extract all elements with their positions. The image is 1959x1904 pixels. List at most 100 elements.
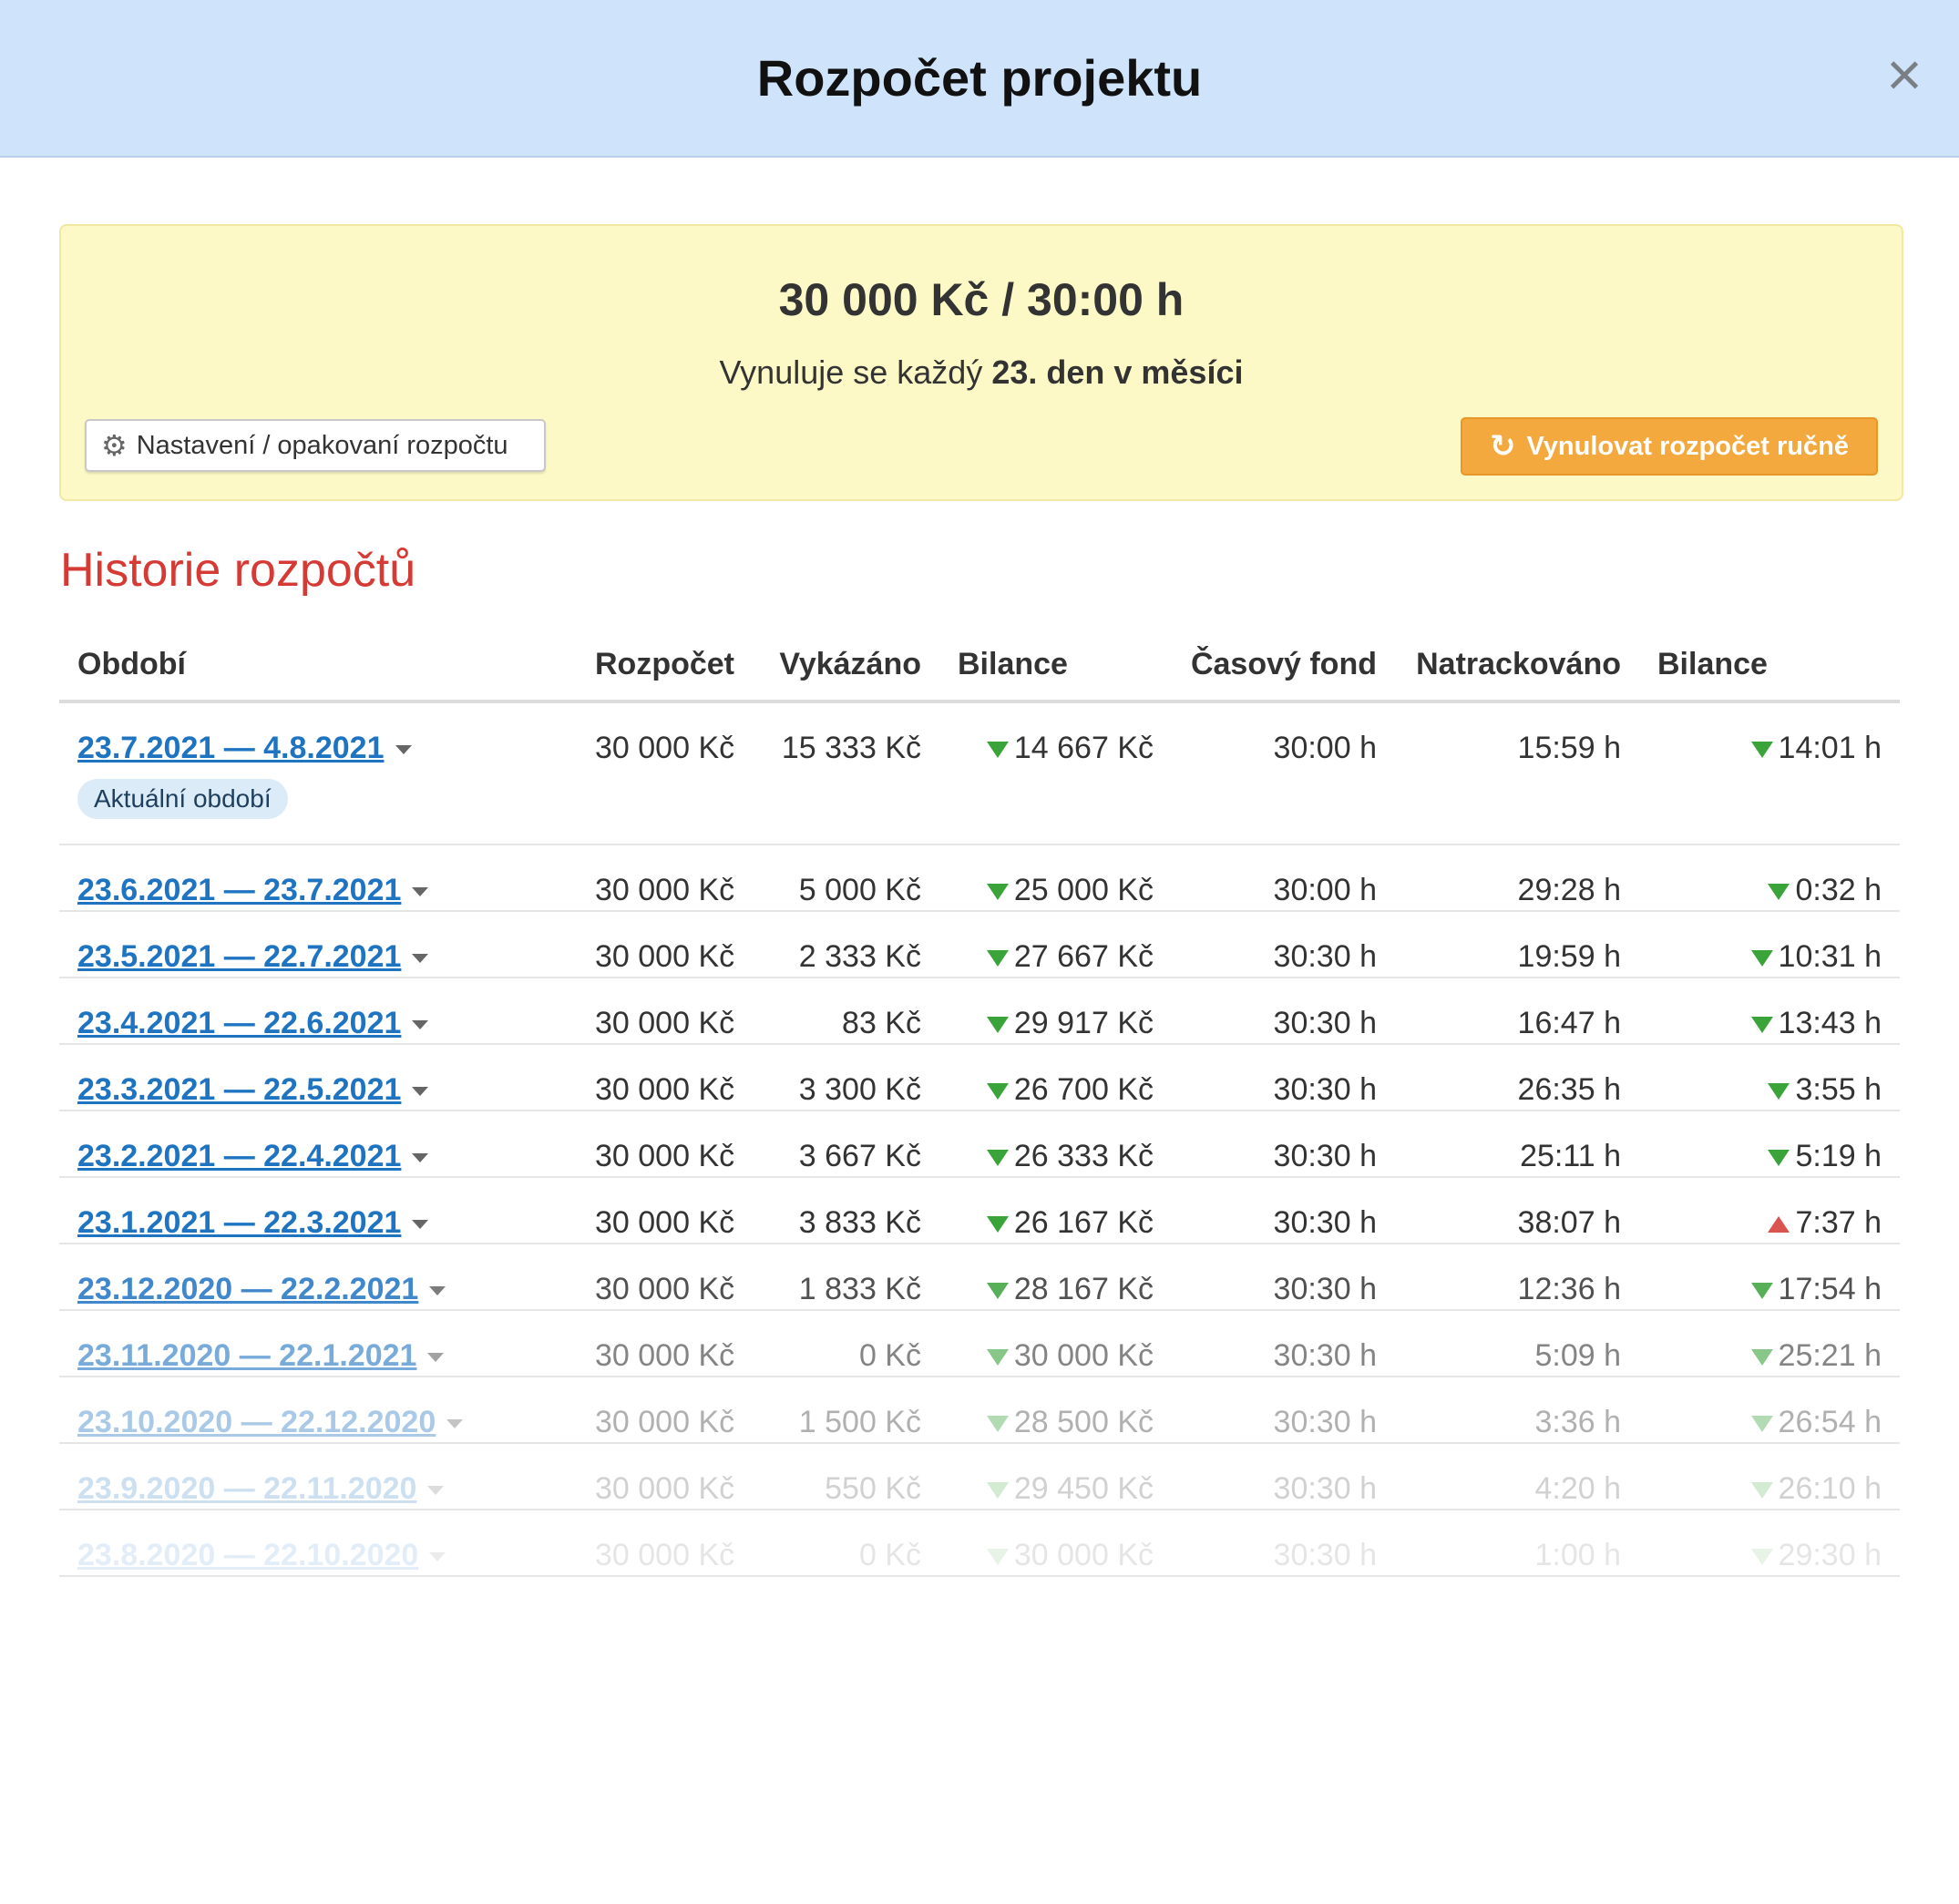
budget-cell: 30 000 Kč [577,1177,739,1244]
reported-cell: 3 300 Kč [739,1044,939,1111]
period-link[interactable]: 23.5.2021 — 22.7.2021 [77,939,401,974]
tracked-cell: 3:36 h [1395,1377,1639,1444]
time-balance-cell: 10:31 h [1639,911,1900,978]
tracked-cell: 5:09 h [1395,1310,1639,1377]
refresh-icon: ↻ [1490,429,1516,464]
period-cell: 23.1.2021 — 22.3.2021 [59,1177,577,1244]
period-cell: 23.3.2021 — 22.5.2021 [59,1044,577,1111]
chevron-down-icon[interactable] [412,954,429,964]
table-header-row: Období Rozpočet Vykázáno Bilance Časový … [59,629,1900,703]
period-link[interactable]: 23.8.2020 — 22.10.2020 [77,1538,418,1572]
budget-cell: 30 000 Kč [577,701,739,845]
settings-button[interactable]: ⚙ Nastavení / opakovaní rozpočtu [85,419,546,472]
triangle-down-icon [1768,1083,1790,1100]
tracked-cell: 26:35 h [1395,1044,1639,1111]
period-link[interactable]: 23.10.2020 — 22.12.2020 [77,1405,436,1439]
chevron-down-icon[interactable] [412,1020,429,1030]
balance-value: 29 917 Kč [1013,1006,1154,1040]
triangle-down-icon [986,1349,1009,1367]
balance-value: 25 000 Kč [1013,873,1154,907]
tracked-cell: 4:20 h [1395,1443,1639,1510]
reset-budget-button[interactable]: ↻ Vynulovat rozpočet ručně [1461,417,1878,476]
balance-cell: 25 000 Kč [939,845,1172,912]
triangle-down-icon [1750,1349,1773,1367]
balance-value: 14 667 Kč [1013,731,1154,765]
period-link[interactable]: 23.6.2021 — 23.7.2021 [77,873,401,907]
table-row: 23.6.2021 — 23.7.2021 30 000 Kč 5 000 Kč 25… [59,845,1900,912]
time-fund-cell: 30:30 h [1172,1244,1395,1311]
budget-cell: 30 000 Kč [577,1443,739,1510]
budget-cell: 30 000 Kč [577,978,739,1045]
period-link[interactable]: 23.11.2020 — 22.1.2021 [77,1338,416,1373]
balance-cell: 30 000 Kč [939,1310,1172,1377]
close-button[interactable]: × [1872,42,1937,107]
budget-summary-box: 30 000 Kč / 30:00 h Vynuluje se každý 23… [59,224,1903,501]
triangle-down-icon [986,1482,1009,1500]
budget-cell: 30 000 Kč [577,911,739,978]
balance-cell: 28 167 Kč [939,1244,1172,1311]
time-balance-cell: 26:54 h [1639,1377,1900,1444]
chevron-down-icon[interactable] [446,1419,464,1429]
chevron-down-icon[interactable] [412,1153,429,1163]
triangle-down-icon [986,742,1009,759]
balance-cell: 29 450 Kč [939,1443,1172,1510]
triangle-down-icon [1750,950,1773,967]
table-row: 23.2.2021 — 22.4.2021 30 000 Kč 3 667 Kč 26… [59,1111,1900,1178]
budget-amount: 30 000 Kč / 30:00 h [778,274,1185,325]
reported-cell: 5 000 Kč [739,845,939,912]
period-link[interactable]: 23.3.2021 — 22.5.2021 [77,1072,401,1107]
triangle-down-icon [986,884,1009,901]
time-balance-value: 0:32 h [1795,873,1882,907]
time-balance-value: 26:10 h [1778,1471,1882,1506]
period-link[interactable]: 23.12.2020 — 22.2.2021 [77,1272,418,1306]
chevron-down-icon[interactable] [429,1552,446,1562]
time-fund-cell: 30:30 h [1172,1310,1395,1377]
reset-info: Vynuluje se každý 23. den v měsíci [61,353,1902,392]
time-balance-value: 26:54 h [1778,1405,1882,1439]
time-balance-cell: 26:10 h [1639,1443,1900,1510]
time-fund-cell: 30:00 h [1172,845,1395,912]
period-link[interactable]: 23.7.2021 — 4.8.2021 [77,731,385,765]
reported-cell: 15 333 Kč [739,701,939,845]
time-balance-value: 14:01 h [1778,731,1882,765]
chevron-down-icon[interactable] [412,887,429,897]
balance-cell: 26 167 Kč [939,1177,1172,1244]
balance-value: 26 700 Kč [1013,1072,1154,1107]
reset-info-prefix: Vynuluje se každý [719,353,992,391]
chevron-down-icon[interactable] [412,1220,429,1230]
time-balance-value: 7:37 h [1795,1205,1882,1240]
time-balance-cell: 7:37 h [1639,1177,1900,1244]
col-header-period: Období [59,629,577,703]
period-link[interactable]: 23.1.2021 — 22.3.2021 [77,1205,401,1240]
budget-cell: 30 000 Kč [577,1244,739,1311]
chevron-down-icon[interactable] [412,1087,429,1097]
triangle-down-icon [1750,1017,1773,1034]
triangle-down-icon [986,1083,1009,1100]
chevron-down-icon[interactable] [427,1486,445,1496]
balance-cell: 26 700 Kč [939,1044,1172,1111]
period-link[interactable]: 23.2.2021 — 22.4.2021 [77,1139,401,1173]
time-balance-value: 29:30 h [1778,1538,1882,1572]
reported-cell: 1 500 Kč [739,1377,939,1444]
chevron-down-icon[interactable] [429,1286,446,1296]
table-row: 23.1.2021 — 22.3.2021 30 000 Kč 3 833 Kč 26… [59,1177,1900,1244]
triangle-down-icon [986,1283,1009,1300]
period-cell: 23.7.2021 — 4.8.2021 Aktuální období [59,701,577,845]
period-cell: 23.6.2021 — 23.7.2021 [59,845,577,912]
period-link[interactable]: 23.9.2020 — 22.11.2020 [77,1471,416,1506]
period-cell: 23.10.2020 — 22.12.2020 [59,1377,577,1444]
period-cell: 23.8.2020 — 22.10.2020 [59,1510,577,1577]
modal-header: Rozpočet projektu × [0,0,1959,158]
balance-value: 27 667 Kč [1013,939,1154,974]
table-row: 23.12.2020 — 22.2.2021 30 000 Kč 1 833 Kč 2… [59,1244,1900,1311]
col-header-reported: Vykázáno [739,629,939,703]
table-row: 23.4.2021 — 22.6.2021 30 000 Kč 83 Kč 29 91… [59,978,1900,1045]
period-cell: 23.5.2021 — 22.7.2021 [59,911,577,978]
balance-value: 28 500 Kč [1013,1405,1154,1439]
chevron-down-icon[interactable] [427,1353,445,1363]
reported-cell: 1 833 Kč [739,1244,939,1311]
current-period-badge: Aktuální období [77,779,288,819]
chevron-down-icon[interactable] [395,745,412,755]
reset-budget-button-label: Vynulovat rozpočet ručně [1526,431,1849,461]
period-link[interactable]: 23.4.2021 — 22.6.2021 [77,1006,401,1040]
